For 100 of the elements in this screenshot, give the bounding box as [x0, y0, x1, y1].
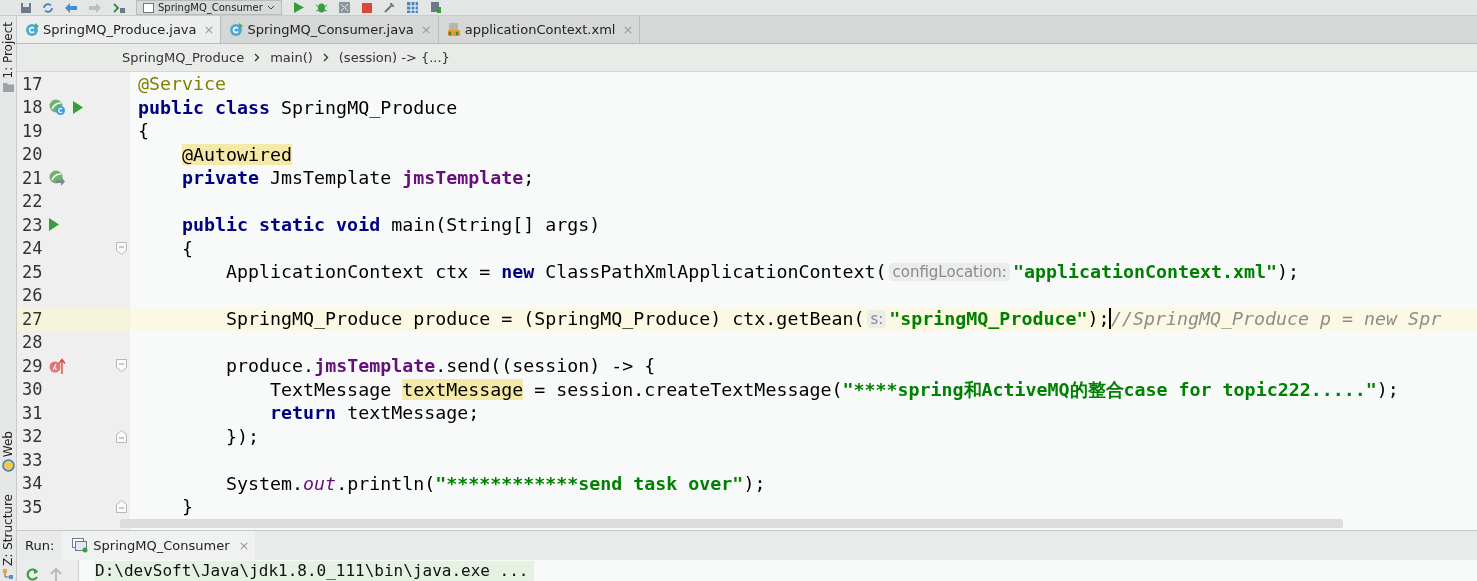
- class-icon: [229, 22, 245, 37]
- console-icon: [72, 538, 89, 553]
- code-text: );: [1376, 378, 1399, 400]
- line-number: 23: [21, 214, 44, 235]
- code-text: System.: [226, 472, 304, 494]
- code-keyword: public static void: [182, 214, 382, 236]
- breadcrumb-item[interactable]: main(): [270, 50, 313, 65]
- code-text: JmsTemplate: [270, 167, 393, 189]
- chevron-icon: [254, 53, 261, 62]
- fold-icon[interactable]: [115, 429, 127, 443]
- line-number: 18: [21, 97, 44, 118]
- code-text: main(String[] args): [391, 214, 601, 236]
- line-number: 30: [21, 379, 44, 400]
- line-number: 22: [21, 191, 44, 212]
- code-field: jmsTemplate: [402, 167, 524, 189]
- code-keyword: new: [501, 261, 535, 283]
- coverage-icon[interactable]: [337, 1, 351, 14]
- code-text: {: [182, 237, 194, 259]
- line-number: 34: [21, 473, 44, 494]
- fold-icon[interactable]: [115, 241, 127, 255]
- string-literal: "applicationContext.xml": [1012, 261, 1278, 283]
- line-number: 21: [21, 167, 44, 188]
- string-literal: "****spring和ActiveMQ的整合case for topic222.....": [842, 377, 1377, 402]
- globe-icon[interactable]: [1, 459, 15, 473]
- code-text: );: [743, 472, 766, 494]
- code-text: produce.: [226, 355, 315, 377]
- xml-file-icon: [446, 22, 462, 37]
- run-config-dropdown[interactable]: SpringMQ_Consumer: [136, 0, 282, 15]
- breadcrumb-item[interactable]: SpringMQ_Produce: [122, 50, 245, 65]
- code-keyword: private: [182, 167, 261, 189]
- scrollbar[interactable]: [120, 519, 1343, 528]
- string-literal: "springMQ_Produce": [889, 308, 1088, 330]
- code-text: SpringMQ_Produce: [281, 96, 458, 118]
- sync-icon[interactable]: [42, 1, 54, 14]
- back-arrow-icon[interactable]: [64, 1, 78, 14]
- code-text: .println(: [336, 472, 436, 494]
- line-number: 32: [21, 426, 44, 447]
- fold-icon[interactable]: [115, 500, 127, 514]
- save-icon[interactable]: [20, 1, 32, 14]
- code-text: }: [182, 496, 194, 518]
- code-annotation: @Service: [138, 73, 227, 95]
- highlighted-identifier: @Autowired: [182, 143, 293, 165]
- breadcrumb-item[interactable]: (session) -> {...}: [338, 50, 450, 65]
- line-number: 17: [21, 73, 44, 94]
- folder-icon[interactable]: [1, 80, 15, 93]
- code-text: TextMessage: [270, 378, 393, 400]
- code-text: ;: [523, 167, 535, 189]
- parameter-hint: configLocation:: [889, 262, 1010, 281]
- line-number: 29: [21, 355, 44, 376]
- rerun-icon[interactable]: [25, 567, 41, 581]
- editor-tab[interactable]: SpringMQ_Produce.java ×: [17, 16, 222, 43]
- code-text: ApplicationContext ctx =: [226, 261, 492, 283]
- fold-icon[interactable]: [115, 359, 127, 373]
- code-editor[interactable]: [17, 72, 1477, 530]
- stop-icon[interactable]: [360, 1, 373, 14]
- code-keyword: public class: [138, 96, 272, 118]
- code-text: = session.createTextMessage(: [534, 378, 843, 400]
- line-number: 35: [21, 496, 44, 517]
- bug-icon[interactable]: [314, 1, 328, 14]
- line-number: 25: [21, 261, 44, 282]
- code-keyword: return: [270, 402, 337, 424]
- code-field: out: [303, 472, 337, 494]
- chevron-icon: [322, 53, 329, 62]
- highlighted-identifier: textMessage: [402, 378, 524, 400]
- run-label: Run:: [24, 538, 56, 553]
- string-literal: "************send task over": [435, 472, 744, 494]
- run-tab[interactable]: SpringMQ_Consumer ×: [62, 531, 256, 560]
- line-number: 27: [21, 308, 44, 329]
- line-number: 33: [21, 449, 44, 470]
- line-number: 26: [21, 285, 44, 306]
- code-text: SpringMQ_Produce produce = (SpringMQ_Produce) ctx.getBean(: [226, 308, 865, 330]
- app-icon: [143, 2, 154, 13]
- code-comment: //SpringMQ_Produce p = new Spr: [1110, 308, 1442, 330]
- run-icon[interactable]: [48, 217, 60, 233]
- wrench-icon[interactable]: [382, 1, 396, 14]
- forward-arrow-icon[interactable]: [88, 1, 102, 14]
- build-icon[interactable]: [112, 1, 126, 14]
- tool-window-label[interactable]: Web: [0, 430, 16, 458]
- code-text: ClassPathXmlApplicationContext(: [545, 261, 887, 283]
- structure-icon[interactable]: [1, 568, 15, 581]
- parameter-hint: s:: [867, 309, 887, 328]
- run-icon[interactable]: [291, 1, 305, 14]
- run-icon[interactable]: [72, 99, 84, 115]
- caret-icon: [266, 4, 275, 11]
- code-text: textMessage;: [347, 402, 480, 424]
- up-arrow-icon[interactable]: [49, 567, 63, 581]
- circle-arrow-icon[interactable]: [48, 356, 66, 375]
- line-number: 24: [21, 238, 44, 259]
- code-text: .send((session) -> {: [435, 355, 656, 377]
- code-text: );: [1277, 261, 1300, 283]
- line-number: 31: [21, 402, 44, 423]
- bean-icon[interactable]: [48, 98, 66, 117]
- class-icon: [25, 22, 40, 37]
- tool-window-label[interactable]: 1: Project: [0, 22, 16, 79]
- code-text: );: [1087, 308, 1110, 330]
- sdk-icon[interactable]: [428, 1, 442, 14]
- tool-window-label[interactable]: Z: Structure: [0, 494, 16, 566]
- grid-icon[interactable]: [405, 1, 419, 14]
- line-number: 19: [21, 120, 44, 141]
- line-number: 28: [21, 332, 44, 353]
